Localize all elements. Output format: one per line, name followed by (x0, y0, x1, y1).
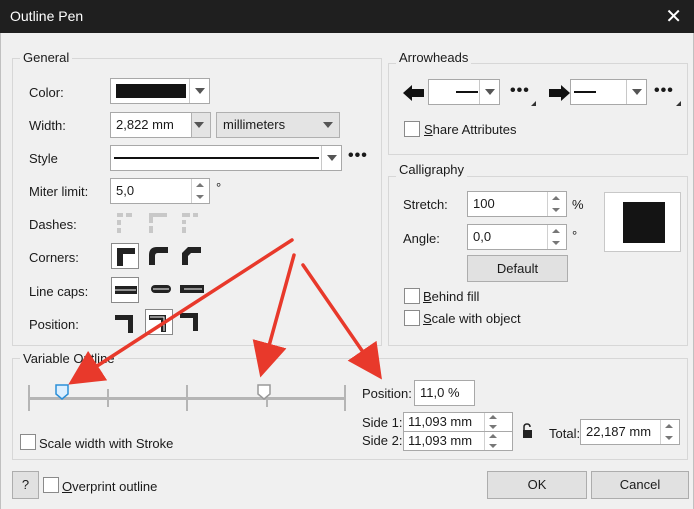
annotation-arrow-1 (68, 238, 294, 385)
annotation-arrows (68, 238, 382, 385)
annotation-arrow-2 (252, 253, 296, 378)
annotation-arrow-3 (301, 263, 382, 380)
